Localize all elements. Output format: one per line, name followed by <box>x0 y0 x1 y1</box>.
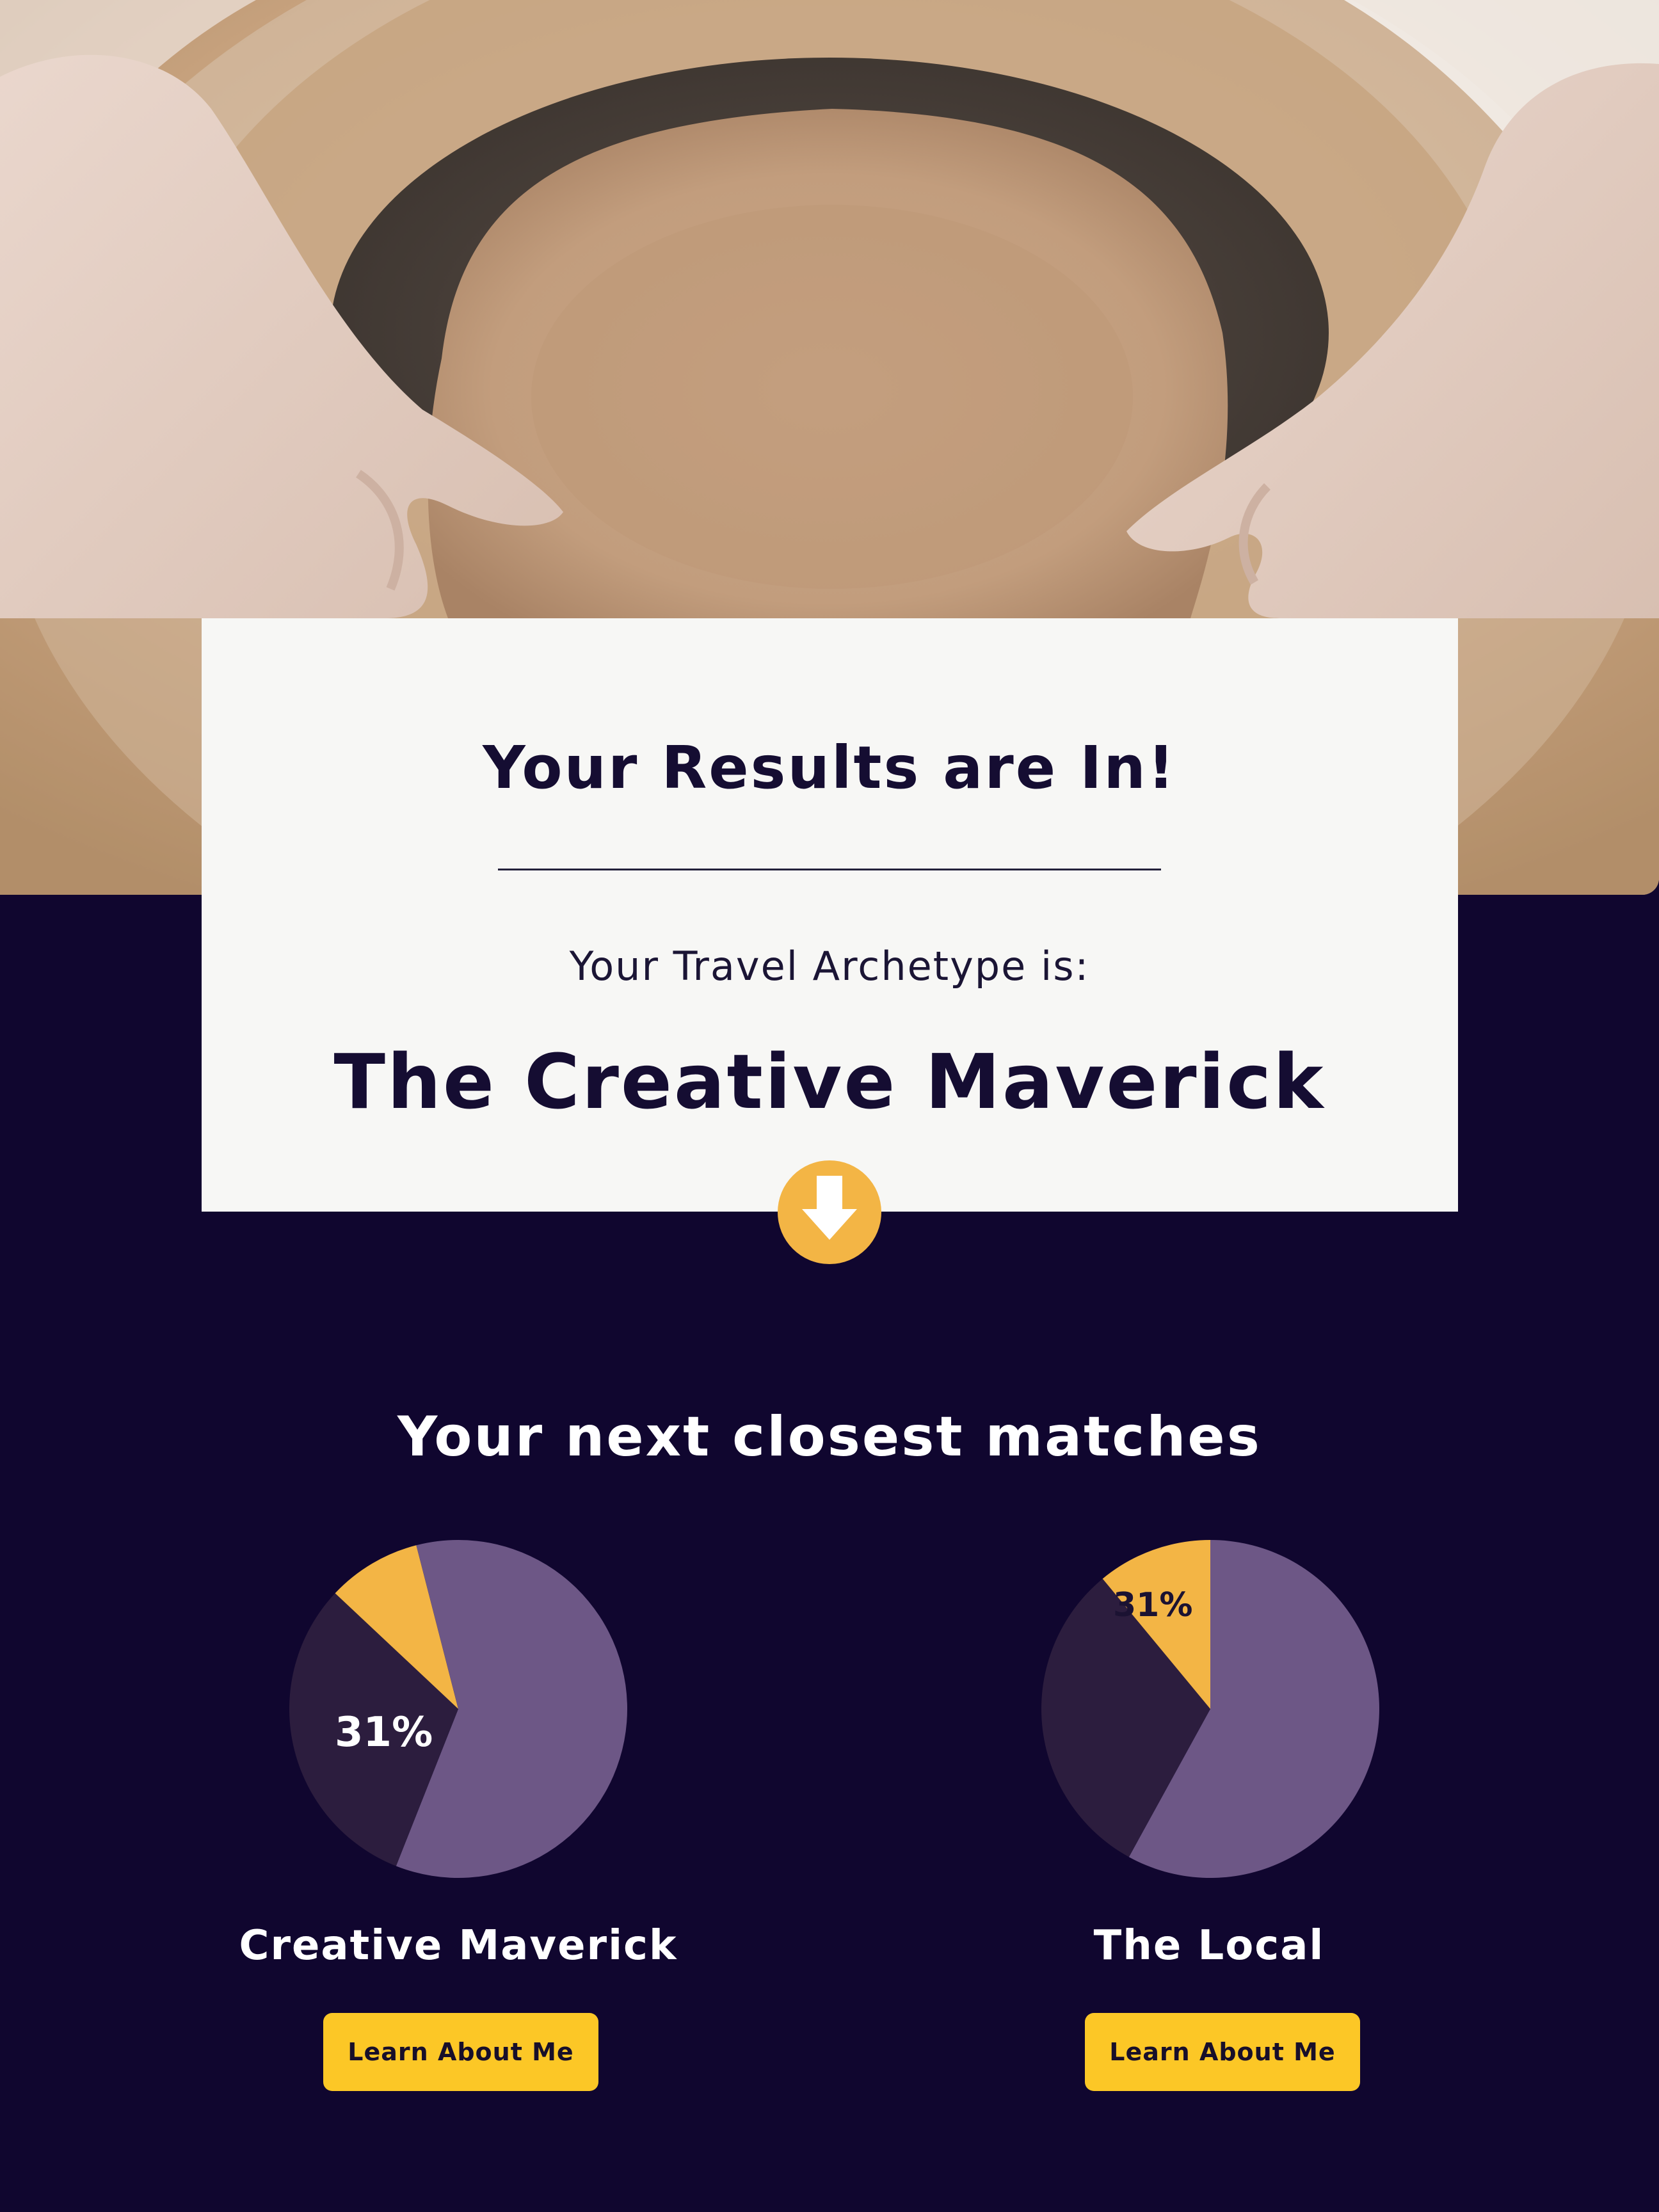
match-card-creative-maverick: 31% Creative Maverick Learn About Me <box>183 1536 759 2112</box>
scroll-down-button[interactable] <box>778 1160 881 1264</box>
match-name: The Local <box>1093 1922 1325 1969</box>
archetype-subtitle: Your Travel Archetype is: <box>569 943 1090 990</box>
pie-chart <box>1041 1540 1379 1878</box>
match-card-the-local: 31% The Local Learn About Me <box>935 1536 1511 2112</box>
match-name: Creative Maverick <box>239 1922 678 1969</box>
matches-title: Your next closest matches <box>397 1405 1262 1469</box>
learn-about-me-button[interactable]: Learn About Me <box>1085 2013 1360 2091</box>
pie-percent-label: 31% <box>335 1709 433 1756</box>
results-title: Your Results are In! <box>483 733 1176 802</box>
pie-percent-label: 31% <box>1113 1586 1193 1624</box>
learn-about-me-button[interactable]: Learn About Me <box>323 2013 598 2091</box>
divider <box>498 869 1161 870</box>
arrow-down-icon <box>802 1176 857 1240</box>
match-pie-chart <box>1038 1536 1383 1882</box>
archetype-name: The Creative Maverick <box>333 1038 1326 1126</box>
